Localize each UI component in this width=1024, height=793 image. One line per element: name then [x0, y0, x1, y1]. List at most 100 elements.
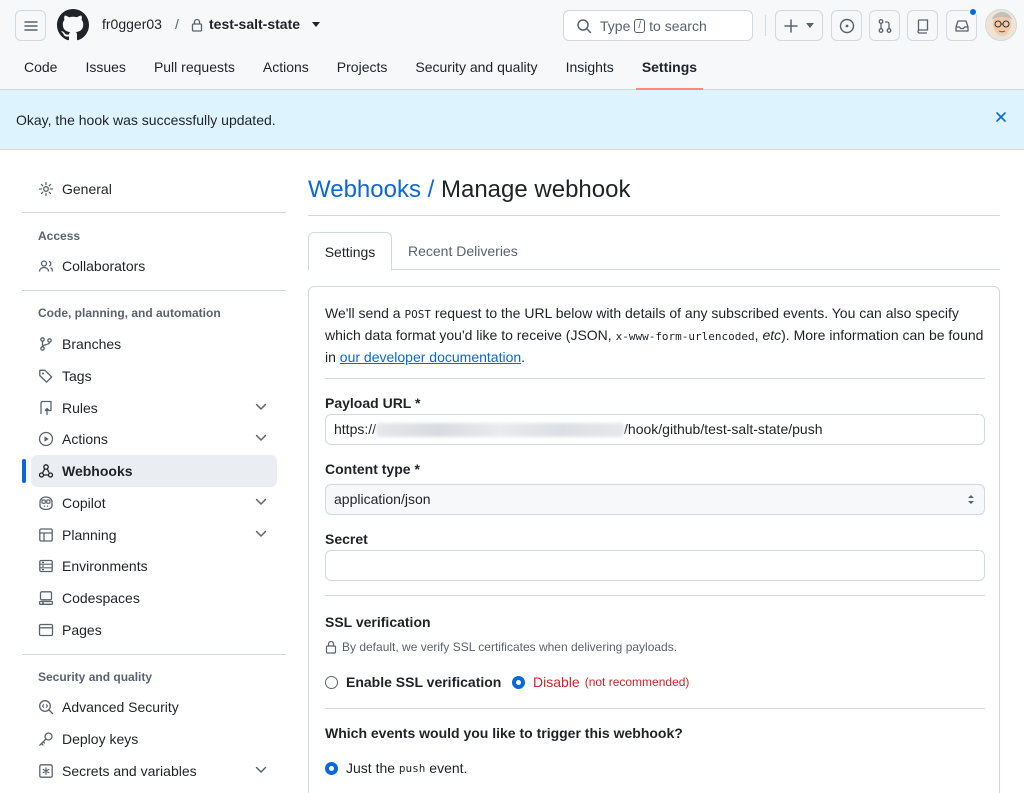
- sidebar-item-copilot[interactable]: Copilot: [31, 487, 277, 519]
- key-icon: [38, 731, 54, 747]
- sidebar-heading-security: Security and quality: [38, 670, 153, 684]
- events-push-radio[interactable]: [325, 761, 338, 775]
- sidebar-item-collaborators[interactable]: Collaborators: [31, 250, 277, 282]
- sidebar-item-actions[interactable]: Actions: [31, 423, 277, 455]
- hamburger-icon: [23, 20, 38, 31]
- tab-settings[interactable]: Settings: [628, 48, 711, 90]
- chevron-down-icon: [806, 23, 814, 28]
- content-type-select[interactable]: application/json: [325, 484, 985, 515]
- avatar[interactable]: [985, 9, 1017, 41]
- sidebar-divider: [22, 212, 286, 213]
- content-type-label: Content type *: [325, 461, 420, 477]
- browser-icon: [38, 622, 54, 638]
- sidebar-item-planning[interactable]: Planning: [31, 519, 277, 551]
- close-icon[interactable]: [994, 110, 1008, 124]
- tab-settings[interactable]: Settings: [308, 232, 392, 271]
- tab-pull-requests[interactable]: Pull requests: [140, 48, 249, 90]
- sidebar-item-deploy-keys[interactable]: Deploy keys: [31, 723, 277, 755]
- form-divider: [325, 708, 985, 709]
- menu-button[interactable]: [15, 10, 46, 41]
- sidebar-item-label: General: [62, 181, 112, 197]
- webhook-tabs: Settings Recent Deliveries: [308, 232, 1000, 271]
- ssl-enable-radio[interactable]: [325, 675, 338, 689]
- sidebar-item-label: Branches: [62, 336, 122, 352]
- repo-nav: Code Issues Pull requests Actions Projec…: [10, 48, 711, 90]
- tab-issues[interactable]: Issues: [71, 48, 139, 90]
- ssl-disable-radio[interactable]: [512, 675, 525, 689]
- developer-docs-link[interactable]: our developer documentation: [340, 349, 521, 365]
- ssl-enable-option[interactable]: Enable SSL verification: [325, 674, 501, 690]
- ssl-disable-option[interactable]: Disable (not recommended): [512, 674, 689, 690]
- plus-icon: [784, 18, 798, 33]
- chevron-down-icon: [255, 434, 267, 442]
- git-branch-icon: [38, 336, 54, 352]
- chevron-down-icon: [255, 766, 267, 774]
- sidebar-item-label: Collaborators: [62, 258, 146, 274]
- tab-projects[interactable]: Projects: [323, 48, 402, 90]
- ssl-disable-label: Disable: [533, 674, 580, 690]
- sidebar-item-environments[interactable]: Environments: [31, 550, 277, 582]
- webhook-form: We'll send a POST request to the URL bel…: [308, 286, 1000, 793]
- payload-url-suffix: /hook/github/test-salt-state/push: [624, 421, 823, 437]
- page-title: Webhooks / Manage webhook: [308, 176, 630, 204]
- secret-input[interactable]: [325, 550, 985, 581]
- secret-label: Secret: [325, 531, 368, 547]
- sidebar-item-branches[interactable]: Branches: [31, 328, 277, 360]
- issues-button[interactable]: [831, 10, 862, 41]
- events-opt-text: event.: [425, 760, 468, 776]
- search-suffix: to search: [649, 17, 707, 34]
- ssl-disable-note: (not recommended): [584, 675, 690, 689]
- redacted-host: [376, 423, 625, 438]
- server-icon: [38, 558, 54, 574]
- lock-icon: [191, 18, 203, 32]
- search-input[interactable]: Type / to search: [563, 10, 753, 41]
- gear-icon: [38, 181, 54, 197]
- github-logo-icon[interactable]: [57, 9, 89, 41]
- flash-banner: Okay, the hook was successfully updated.: [0, 90, 1024, 150]
- form-divider: [325, 378, 985, 379]
- global-header: fr0gger03 / test-salt-state Type / to se…: [0, 0, 1024, 90]
- payload-url-input[interactable]: https:// /hook/github/test-salt-state/pus…: [325, 414, 985, 445]
- sidebar-item-advanced-security[interactable]: Advanced Security: [31, 691, 277, 723]
- repo-dropdown-caret-icon[interactable]: [312, 22, 320, 27]
- sidebar-item-tags[interactable]: Tags: [31, 360, 277, 392]
- tab-security-and-quality[interactable]: Security and quality: [401, 48, 551, 90]
- ssl-hint-text: By default, we verify SSL certificates w…: [342, 640, 678, 654]
- avatar-image: [986, 10, 1016, 40]
- repositories-button[interactable]: [907, 10, 938, 41]
- lock-icon: [325, 640, 337, 654]
- sidebar-item-codespaces[interactable]: Codespaces: [31, 582, 277, 614]
- sidebar-item-webhooks[interactable]: Webhooks: [31, 455, 277, 487]
- sidebar-item-general[interactable]: General: [31, 173, 277, 205]
- ssl-enable-label: Enable SSL verification: [346, 674, 502, 690]
- intro-post-code: POST: [404, 308, 431, 321]
- repo-push-icon: [38, 400, 54, 416]
- create-new-button[interactable]: [775, 10, 823, 41]
- title-divider: [308, 215, 1000, 216]
- codescan-icon: [38, 699, 54, 715]
- intro-etc: etc: [762, 327, 782, 343]
- repo-owner-link[interactable]: fr0gger03: [102, 16, 162, 32]
- sidebar-item-label: Tags: [62, 368, 92, 384]
- pull-requests-button[interactable]: [869, 10, 900, 41]
- tab-insights[interactable]: Insights: [552, 48, 628, 90]
- tab-recent-deliveries[interactable]: Recent Deliveries: [408, 232, 518, 271]
- breadcrumb-webhooks-link[interactable]: Webhooks: [308, 176, 421, 203]
- sidebar-item-pages[interactable]: Pages: [31, 614, 277, 646]
- search-shortcut-key: /: [634, 18, 646, 33]
- payload-url-prefix: https://: [334, 421, 377, 437]
- sidebar-divider: [22, 654, 286, 655]
- sidebar-item-secrets[interactable]: Secrets and variables: [31, 755, 277, 787]
- form-divider: [325, 595, 985, 596]
- sidebar-heading-access: Access: [38, 229, 81, 243]
- chevron-down-icon: [255, 498, 267, 506]
- sidebar-item-label: Environments: [62, 558, 148, 574]
- repo-name-link[interactable]: test-salt-state: [209, 16, 300, 32]
- sidebar-item-rules[interactable]: Rules: [31, 392, 277, 424]
- sidebar-item-label: Advanced Security: [62, 699, 179, 715]
- sidebar-divider: [22, 290, 286, 291]
- tab-code[interactable]: Code: [10, 48, 71, 90]
- events-push-option[interactable]: Just the push event.: [325, 760, 467, 776]
- codespaces-icon: [38, 590, 54, 606]
- tab-actions[interactable]: Actions: [249, 48, 323, 90]
